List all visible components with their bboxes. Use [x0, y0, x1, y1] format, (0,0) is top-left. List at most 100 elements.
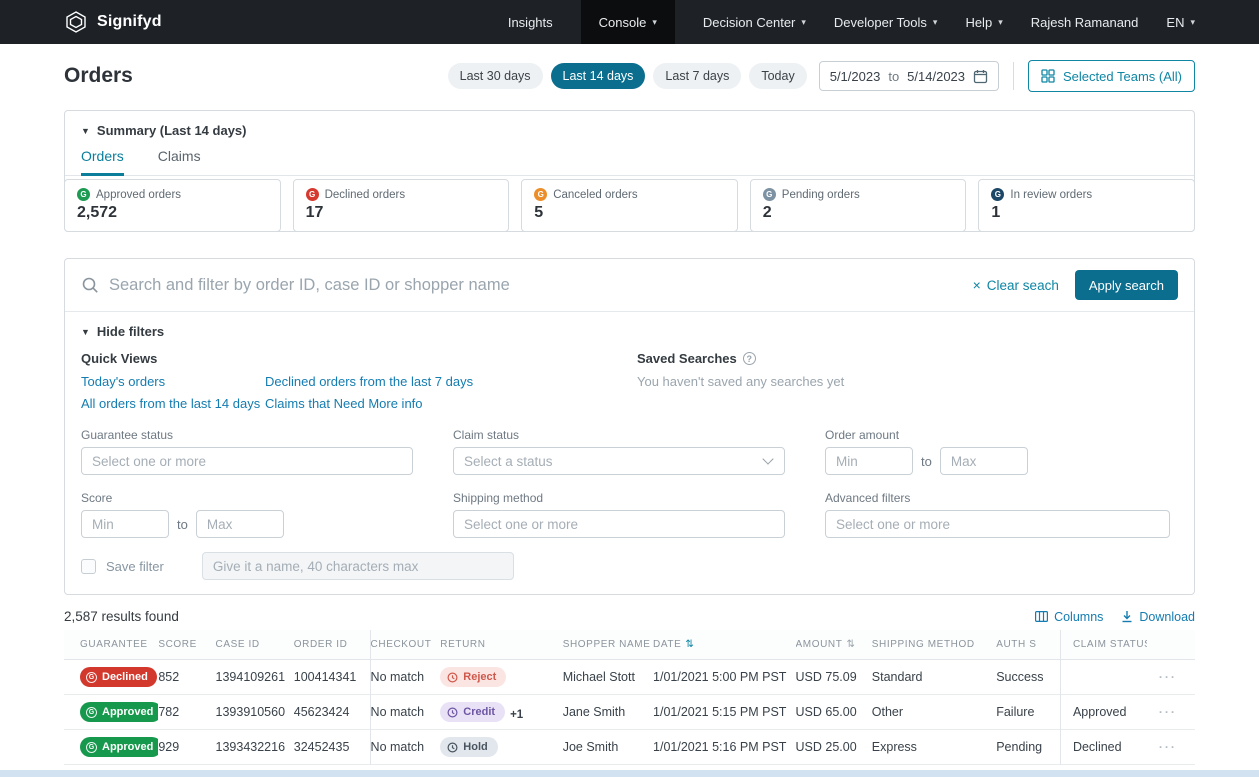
cell-amount: USD 65.00	[796, 695, 872, 730]
nav-items: Insights Console▾ Decision Center▾ Devel…	[508, 0, 1195, 44]
saved-searches-block: Saved Searches ? You haven't saved any s…	[637, 351, 1178, 414]
cell-return: Reject	[440, 660, 562, 695]
return-badge: Hold	[440, 737, 497, 757]
cell-score: 782	[158, 695, 215, 730]
col-return[interactable]: RETURN	[440, 630, 562, 660]
nav-item-help[interactable]: Help▾	[965, 0, 1002, 44]
cell-return: Credit+1	[440, 695, 562, 730]
nav-item-decision-center[interactable]: Decision Center▾	[703, 0, 806, 44]
filter-score: Score to	[81, 491, 413, 538]
return-badge: Credit	[440, 702, 505, 722]
col-amount[interactable]: AMOUNT⇅	[796, 630, 872, 660]
guarantee-badge: GApproved	[80, 702, 158, 722]
cell-date: 1/01/2021 5:15 PM PST	[653, 695, 796, 730]
col-date[interactable]: DATE⇅	[653, 630, 796, 660]
row-actions-button[interactable]: ···	[1159, 740, 1177, 754]
tab-claims[interactable]: Claims	[158, 148, 201, 176]
search-bar: × Clear seach Apply search	[65, 259, 1194, 312]
range-pill-last-14-days[interactable]: Last 14 days	[551, 63, 646, 89]
filter-label: Shipping method	[453, 491, 785, 505]
return-badge: Reject	[440, 667, 506, 687]
nav-item-console[interactable]: Console▾	[581, 0, 675, 44]
stat-label: Pending orders	[782, 189, 860, 201]
sort-icon[interactable]: ⇅	[846, 639, 855, 650]
quick-view-claims-need-more-info[interactable]: Claims that Need More info	[265, 394, 637, 414]
download-button[interactable]: Download	[1121, 610, 1195, 624]
nav-label: Insights	[508, 15, 553, 30]
page-title: Orders	[64, 64, 133, 88]
col-guarantee[interactable]: GUARANTEE	[64, 630, 158, 660]
cell-claim-status	[1060, 660, 1146, 695]
chevron-down-icon: ▾	[998, 17, 1003, 28]
row-actions-button[interactable]: ···	[1159, 670, 1177, 684]
score-range: to	[81, 510, 413, 538]
nav-item-user[interactable]: Rajesh Ramanand	[1031, 0, 1139, 44]
selected-teams-button[interactable]: Selected Teams (All)	[1028, 60, 1195, 92]
col-claim-status[interactable]: CLAIM STATUS	[1060, 630, 1146, 660]
search-input[interactable]	[109, 276, 963, 295]
help-icon[interactable]: ?	[743, 352, 756, 365]
filter-order-amount: Order amount to	[825, 428, 1178, 475]
range-pill-today[interactable]: Today	[749, 63, 806, 89]
guarantee-status-icon: G	[763, 188, 776, 201]
table-row[interactable]: GApproved 929 1393432216 32452435 No mat…	[64, 730, 1195, 765]
stat-card-canceled-orders: GCanceled orders 5	[521, 179, 738, 232]
hide-filters-toggle[interactable]: ▼ Hide filters	[81, 324, 1178, 339]
cell-actions: ···	[1147, 695, 1195, 730]
nav-item-language[interactable]: EN▾	[1166, 0, 1195, 44]
calendar-icon	[973, 69, 988, 84]
col-shopper-name[interactable]: SHOPPER NAME	[563, 630, 653, 660]
nav-item-developer-tools[interactable]: Developer Tools▾	[834, 0, 938, 44]
tab-orders[interactable]: Orders	[81, 148, 124, 176]
save-filter-name-input[interactable]	[202, 552, 514, 580]
columns-button[interactable]: Columns	[1035, 610, 1103, 624]
sort-icon[interactable]: ⇅	[685, 639, 694, 650]
cell-guarantee: GApproved	[64, 695, 158, 730]
range-pill-last-7-days[interactable]: Last 7 days	[653, 63, 741, 89]
date-range-picker[interactable]: 5/1/2023 to 5/14/2023	[819, 61, 999, 91]
date-to: 5/14/2023	[907, 69, 965, 84]
summary-tabs: Orders Claims	[65, 148, 1194, 176]
teams-grid-icon	[1041, 69, 1055, 83]
range-pill-last-30-days[interactable]: Last 30 days	[448, 63, 543, 89]
shipping-method-input[interactable]	[453, 510, 785, 538]
col-order-id[interactable]: ORDER ID	[294, 630, 370, 660]
quick-view-declined-last-7-days[interactable]: Declined orders from the last 7 days	[265, 372, 637, 392]
guarantee-status-icon: G	[991, 188, 1004, 201]
advanced-filters-input[interactable]	[825, 510, 1170, 538]
table-row[interactable]: GApproved 782 1393910560 45623424 No mat…	[64, 695, 1195, 730]
col-score[interactable]: SCORE	[158, 630, 215, 660]
quick-view-todays-orders[interactable]: Today's orders	[81, 372, 265, 392]
guarantee-badge: GDeclined	[80, 667, 157, 687]
cell-shipping-method: Express	[872, 730, 996, 765]
filter-label: Order amount	[825, 428, 1178, 442]
nav-label: Console	[599, 15, 647, 30]
col-auth-status[interactable]: AUTH S	[996, 630, 1060, 660]
brand-logo[interactable]: Signifyd	[64, 10, 162, 34]
stat-value: 5	[534, 204, 725, 222]
col-shipping-method[interactable]: SHIPPING METHOD	[872, 630, 996, 660]
col-checkout[interactable]: CHECKOUT	[370, 630, 440, 660]
cell-checkout: No match	[370, 660, 440, 695]
results-count: 2,587 results found	[64, 609, 179, 624]
filter-label: Advanced filters	[825, 491, 1178, 505]
row-actions-button[interactable]: ···	[1159, 705, 1177, 719]
order-amount-max-input[interactable]	[940, 447, 1028, 475]
nav-item-insights[interactable]: Insights	[508, 0, 553, 44]
filter-label: Claim status	[453, 428, 785, 442]
claim-status-input[interactable]	[453, 447, 785, 475]
summary-collapse-toggle[interactable]: ▼ Summary (Last 14 days)	[65, 111, 1194, 138]
score-min-input[interactable]	[81, 510, 169, 538]
col-case-id[interactable]: CASE ID	[216, 630, 294, 660]
save-filter-checkbox[interactable]	[81, 559, 96, 574]
apply-search-button[interactable]: Apply search	[1075, 270, 1178, 300]
selected-teams-label: Selected Teams (All)	[1063, 69, 1182, 84]
table-row[interactable]: GDeclined 852 1394109261 100414341 No ma…	[64, 660, 1195, 695]
quick-view-all-orders-last-14-days[interactable]: All orders from the last 14 days	[81, 394, 265, 414]
claim-status-select[interactable]	[453, 447, 785, 475]
score-max-input[interactable]	[196, 510, 284, 538]
clear-search-link[interactable]: × Clear seach	[973, 277, 1059, 293]
return-clock-icon	[447, 742, 458, 753]
guarantee-status-input[interactable]	[81, 447, 413, 475]
order-amount-min-input[interactable]	[825, 447, 913, 475]
